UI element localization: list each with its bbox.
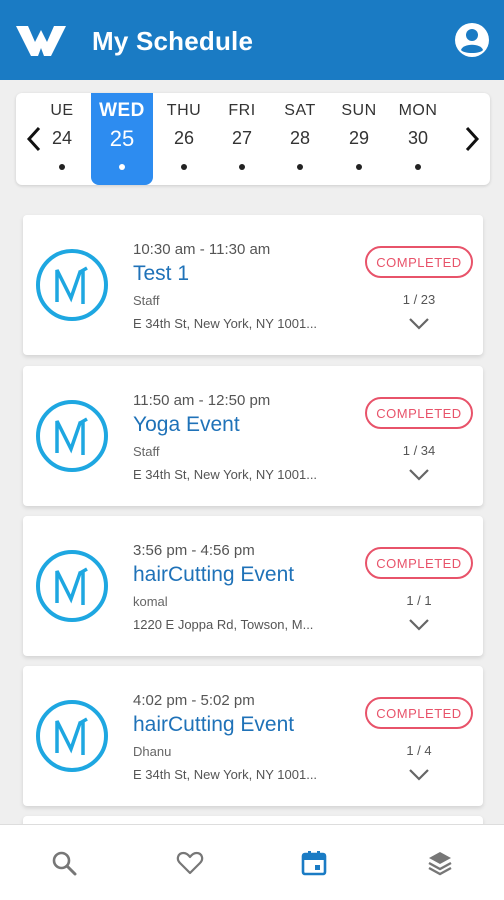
app-header: My Schedule <box>0 0 504 80</box>
nav-layers[interactable] <box>424 847 456 879</box>
account-circle-icon[interactable] <box>454 22 490 58</box>
day-number: 28 <box>289 128 311 148</box>
event-card[interactable]: 4:02 pm - 5:02 pm hairCutting Event Dhan… <box>23 666 483 806</box>
day-number: 26 <box>173 128 195 148</box>
event-address: E 34th St, New York, NY 1001... <box>133 467 318 482</box>
day-name: WED <box>99 100 145 121</box>
day-number: 27 <box>231 128 253 148</box>
day-sat[interactable]: SAT 28 <box>271 93 329 185</box>
day-mon[interactable]: MON 30 <box>389 93 447 185</box>
calendar-icon <box>301 851 327 876</box>
event-title[interactable]: hairCutting Event <box>133 713 294 737</box>
event-card[interactable]: 3:56 pm - 4:56 pm hairCutting Event koma… <box>23 516 483 656</box>
day-name: SUN <box>341 102 377 119</box>
chevron-down-icon[interactable] <box>407 614 431 634</box>
attendee-count: 1 / 23 <box>402 292 436 307</box>
day-name: SAT <box>284 102 316 119</box>
event-logo-icon <box>36 550 108 622</box>
event-logo-icon <box>36 700 108 772</box>
chevron-left-icon <box>26 126 41 152</box>
attendee-count: 1 / 34 <box>402 443 436 458</box>
event-title[interactable]: Yoga Event <box>133 413 240 437</box>
event-logo-icon <box>36 249 108 321</box>
status-badge: COMPLETED <box>365 397 473 429</box>
w-logo-icon[interactable] <box>16 24 66 58</box>
event-address: 1220 E Joppa Rd, Towson, M... <box>133 617 314 632</box>
event-card[interactable]: 10:30 am - 11:30 am Test 1 Staff E 34th … <box>23 215 483 355</box>
event-dot <box>181 164 187 170</box>
nav-schedule[interactable] <box>298 847 330 879</box>
attendee-count: 1 / 1 <box>406 593 432 608</box>
event-dot <box>239 164 245 170</box>
status-badge: COMPLETED <box>365 547 473 579</box>
event-time: 10:30 am - 11:30 am <box>133 241 271 258</box>
heart-icon <box>176 851 204 875</box>
event-address: E 34th St, New York, NY 1001... <box>133 767 318 782</box>
event-role: Dhanu <box>133 744 172 759</box>
attendee-count: 1 / 4 <box>406 743 432 758</box>
event-dot <box>415 164 421 170</box>
event-time: 11:50 am - 12:50 pm <box>133 392 271 409</box>
bottom-nav <box>0 824 504 900</box>
event-title[interactable]: Test 1 <box>133 262 189 286</box>
event-time: 4:02 pm - 5:02 pm <box>133 692 255 709</box>
layers-icon <box>428 852 452 876</box>
event-dot <box>297 164 303 170</box>
day-sun[interactable]: SUN 29 <box>330 93 388 185</box>
day-name: THU <box>166 102 202 119</box>
status-badge: COMPLETED <box>365 697 473 729</box>
event-title[interactable]: hairCutting Event <box>133 563 294 587</box>
event-role: komal <box>133 594 168 609</box>
chevron-down-icon[interactable] <box>407 313 431 333</box>
event-card[interactable]: 11:50 am - 12:50 pm Yoga Event Staff E 3… <box>23 366 483 506</box>
next-week-button[interactable] <box>458 117 486 161</box>
nav-search[interactable] <box>48 847 80 879</box>
day-name: FRI <box>228 102 256 119</box>
nav-favorites[interactable] <box>174 847 206 879</box>
day-number: 30 <box>407 128 429 148</box>
event-dot <box>119 164 125 170</box>
chevron-right-icon <box>465 126 480 152</box>
prev-week-button[interactable] <box>20 117 48 161</box>
app: My Schedule UE 24 WED 25 THU 26 FRI 27 S… <box>0 0 504 900</box>
event-dot <box>59 164 65 170</box>
status-badge: COMPLETED <box>365 246 473 278</box>
event-role: Staff <box>133 444 160 459</box>
chevron-down-icon[interactable] <box>407 764 431 784</box>
day-number: 25 <box>109 126 135 151</box>
date-strip: UE 24 WED 25 THU 26 FRI 27 SAT 28 SUN 29 <box>16 93 490 185</box>
chevron-down-icon[interactable] <box>407 464 431 484</box>
event-logo-icon <box>36 400 108 472</box>
event-dot <box>356 164 362 170</box>
day-number: 29 <box>348 128 370 148</box>
event-role: Staff <box>133 293 160 308</box>
day-name: MON <box>398 102 438 119</box>
day-wed-selected[interactable]: WED 25 <box>91 93 153 185</box>
day-fri[interactable]: FRI 27 <box>213 93 271 185</box>
page-title: My Schedule <box>92 26 254 56</box>
search-icon <box>52 851 77 876</box>
event-address: E 34th St, New York, NY 1001... <box>133 316 318 331</box>
day-thu[interactable]: THU 26 <box>155 93 213 185</box>
event-time: 3:56 pm - 4:56 pm <box>133 542 255 559</box>
